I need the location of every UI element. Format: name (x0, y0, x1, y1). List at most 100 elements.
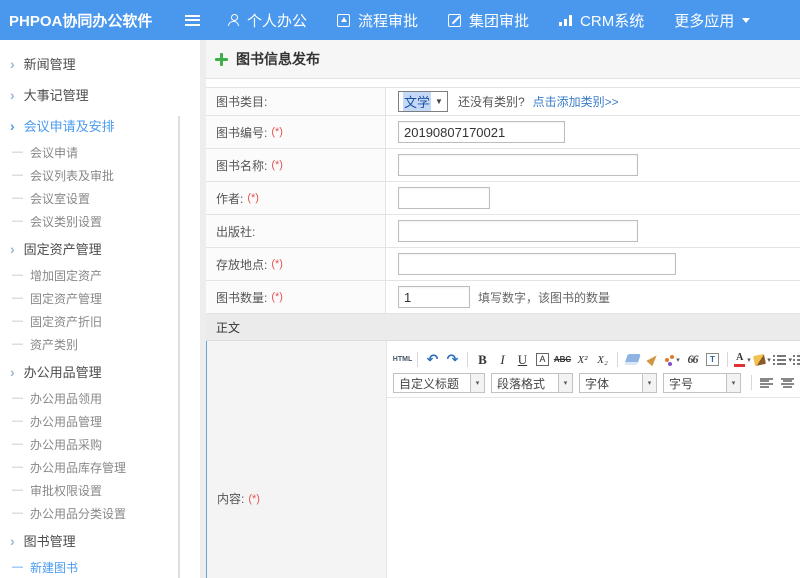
topnav-item-process-approval[interactable]: 流程审批 (337, 10, 418, 31)
form-row-book-name: 图书名称:(*) (206, 149, 800, 182)
format-painter-button[interactable]: ▾ (663, 351, 682, 369)
superscript-icon: X² (577, 354, 587, 366)
format-clear-button[interactable] (643, 351, 662, 369)
book-number-input[interactable] (398, 121, 565, 143)
required-marker: (*) (271, 126, 283, 138)
topnav-item-crm-system[interactable]: CRM系统 (559, 10, 644, 31)
sidebar-item-meeting-1[interactable]: —会议列表及审批 (0, 164, 200, 187)
redo-button[interactable]: ↷ (443, 351, 462, 369)
font-color-button[interactable]: A▾ (733, 351, 752, 369)
author-input[interactable] (398, 187, 490, 209)
superscript-button[interactable]: X² (573, 351, 592, 369)
paragraph-format-dropdown[interactable]: 段落格式▾ (491, 373, 573, 393)
sidebar-item-office-supplies-0[interactable]: —办公用品领用 (0, 387, 200, 410)
sidebar-item-fixed-assets-1[interactable]: — 固定资产管理 (0, 287, 200, 310)
custom-title-dropdown[interactable]: 自定义标题▾ (393, 373, 485, 393)
unordered-list-button[interactable]: ▾ (793, 351, 800, 369)
topnav-item-personal-office[interactable]: 个人办公 (227, 10, 307, 31)
align-center-icon (781, 378, 794, 388)
editor-content-area[interactable] (387, 397, 800, 578)
app-logo: PHPOA协同办公软件 (0, 10, 181, 31)
content-panel: 图书信息发布 图书类目:文学▼还没有类别?点击添加类别>>图书编号:(*)图书名… (206, 40, 800, 578)
sidebar-group-news[interactable]: ›新闻管理 (0, 48, 200, 79)
blockquote-icon: 66 (688, 352, 698, 367)
topnav-item-group-approval[interactable]: 集团审批 (448, 10, 529, 31)
italic-button[interactable]: I (493, 351, 512, 369)
field-label-book-number: 图书编号:(*) (206, 116, 386, 148)
align-center-button[interactable] (778, 374, 797, 392)
hamburger-menu-icon[interactable] (185, 15, 200, 26)
sidebar-item-office-supplies-1[interactable]: —办公用品管理 (0, 410, 200, 433)
undo-button[interactable]: ↶ (423, 351, 442, 369)
italic-icon: I (500, 352, 504, 368)
dash-icon: — (12, 462, 23, 473)
category-select[interactable]: 文学▼ (398, 91, 448, 112)
field-value-location (386, 248, 800, 280)
eraser-button[interactable] (623, 351, 642, 369)
font-size-dropdown[interactable]: 字号▾ (663, 373, 741, 393)
sidebar-item-office-supplies-4[interactable]: —审批权限设置 (0, 479, 200, 502)
sidebar-item-meeting-0[interactable]: —会议申请 (0, 141, 200, 164)
location-input[interactable] (398, 253, 676, 275)
font-family-dropdown[interactable]: 字体▾ (579, 373, 657, 393)
caret-down-icon: ▾ (726, 374, 740, 392)
book-info-form: 图书类目:文学▼还没有类别?点击添加类别>>图书编号:(*)图书名称:(*)作者… (206, 87, 800, 578)
blockquote-button[interactable]: 66 (683, 351, 702, 369)
bold-icon: B (478, 352, 487, 368)
highlight-color-button[interactable]: ▾ (753, 351, 772, 369)
subscript-button[interactable]: X₂ (593, 351, 612, 369)
unordered-list-icon (793, 355, 800, 365)
chevron-right-icon: › (10, 57, 15, 71)
sidebar-item-label: 固定资产管理 (30, 290, 102, 307)
sidebar-item-meeting-2[interactable]: —会议室设置 (0, 187, 200, 210)
caret-down-icon: ▾ (788, 356, 792, 364)
publisher-input[interactable] (398, 220, 638, 242)
sidebar-item-office-supplies-2[interactable]: —办公用品采购 (0, 433, 200, 456)
sidebar-item-office-supplies-3[interactable]: — 办公用品库存管理 (0, 456, 200, 479)
sidebar-item-label: 办公用品库存管理 (30, 459, 126, 476)
paste-text-button[interactable]: T (703, 351, 722, 369)
sidebar-item-meeting-3[interactable]: —会议类别设置 (0, 210, 200, 233)
sidebar-item-fixed-assets-0[interactable]: —增加固定资产 (0, 264, 200, 287)
sidebar-group-office-supplies[interactable]: ›办公用品管理 (0, 356, 200, 387)
quantity-input[interactable] (398, 286, 470, 308)
sidebar-group-fixed-assets[interactable]: ›固定资产管理 (0, 233, 200, 264)
source-code-button[interactable]: HTML (393, 351, 412, 369)
font-border-button[interactable]: A (533, 351, 552, 369)
sidebar-item-label: 固定资产折旧 (30, 313, 102, 330)
field-label-publisher: 出版社: (206, 215, 386, 247)
topnav-item-more-apps[interactable]: 更多应用 (674, 10, 750, 31)
toolbar-separator (617, 352, 618, 367)
underline-button[interactable]: U (513, 351, 532, 369)
bold-button[interactable]: B (473, 351, 492, 369)
underline-icon: U (518, 352, 527, 368)
add-icon (215, 53, 228, 66)
chevron-right-icon: › (10, 242, 15, 256)
sidebar-scrollbar[interactable] (178, 116, 180, 578)
page-title: 图书信息发布 (236, 49, 320, 69)
paste-text-icon: T (706, 353, 719, 366)
align-left-button[interactable] (757, 374, 776, 392)
topnav-item-label: 个人办公 (247, 10, 307, 31)
book-name-input[interactable] (398, 154, 638, 176)
rich-text-editor: HTML↶↷BIUAABCX²X₂▾66TA▾▾▾▾自定义标题▾段落格式▾字体▾… (387, 341, 800, 578)
sidebar-group-label: 会议申请及安排 (24, 116, 115, 135)
sidebar-group-meeting[interactable]: ›会议申请及安排 (0, 110, 200, 141)
caret-down-icon: ▼ (435, 97, 443, 106)
caret-down-icon: ▾ (470, 374, 484, 392)
sidebar-item-office-supplies-5[interactable]: —办公用品分类设置 (0, 502, 200, 525)
redo-icon: ↷ (447, 352, 459, 368)
ordered-list-button[interactable]: ▾ (773, 351, 792, 369)
required-marker: (*) (271, 159, 283, 171)
sidebar-item-fixed-assets-3[interactable]: —资产类别 (0, 333, 200, 356)
process-approval-icon (337, 14, 350, 27)
sidebar-group-memorabilia[interactable]: ›大事记管理 (0, 79, 200, 110)
sidebar-group-books[interactable]: ›图书管理 (0, 525, 200, 556)
strikethrough-button[interactable]: ABC (553, 351, 572, 369)
caret-down-icon: ▾ (747, 356, 751, 364)
sidebar-item-label: 办公用品管理 (30, 413, 102, 430)
add-category-link[interactable]: 点击添加类别>> (533, 93, 619, 110)
sidebar-item-fixed-assets-2[interactable]: —固定资产折旧 (0, 310, 200, 333)
dash-icon: — (12, 293, 23, 304)
sidebar-item-books-0[interactable]: —新建图书 (0, 556, 200, 578)
